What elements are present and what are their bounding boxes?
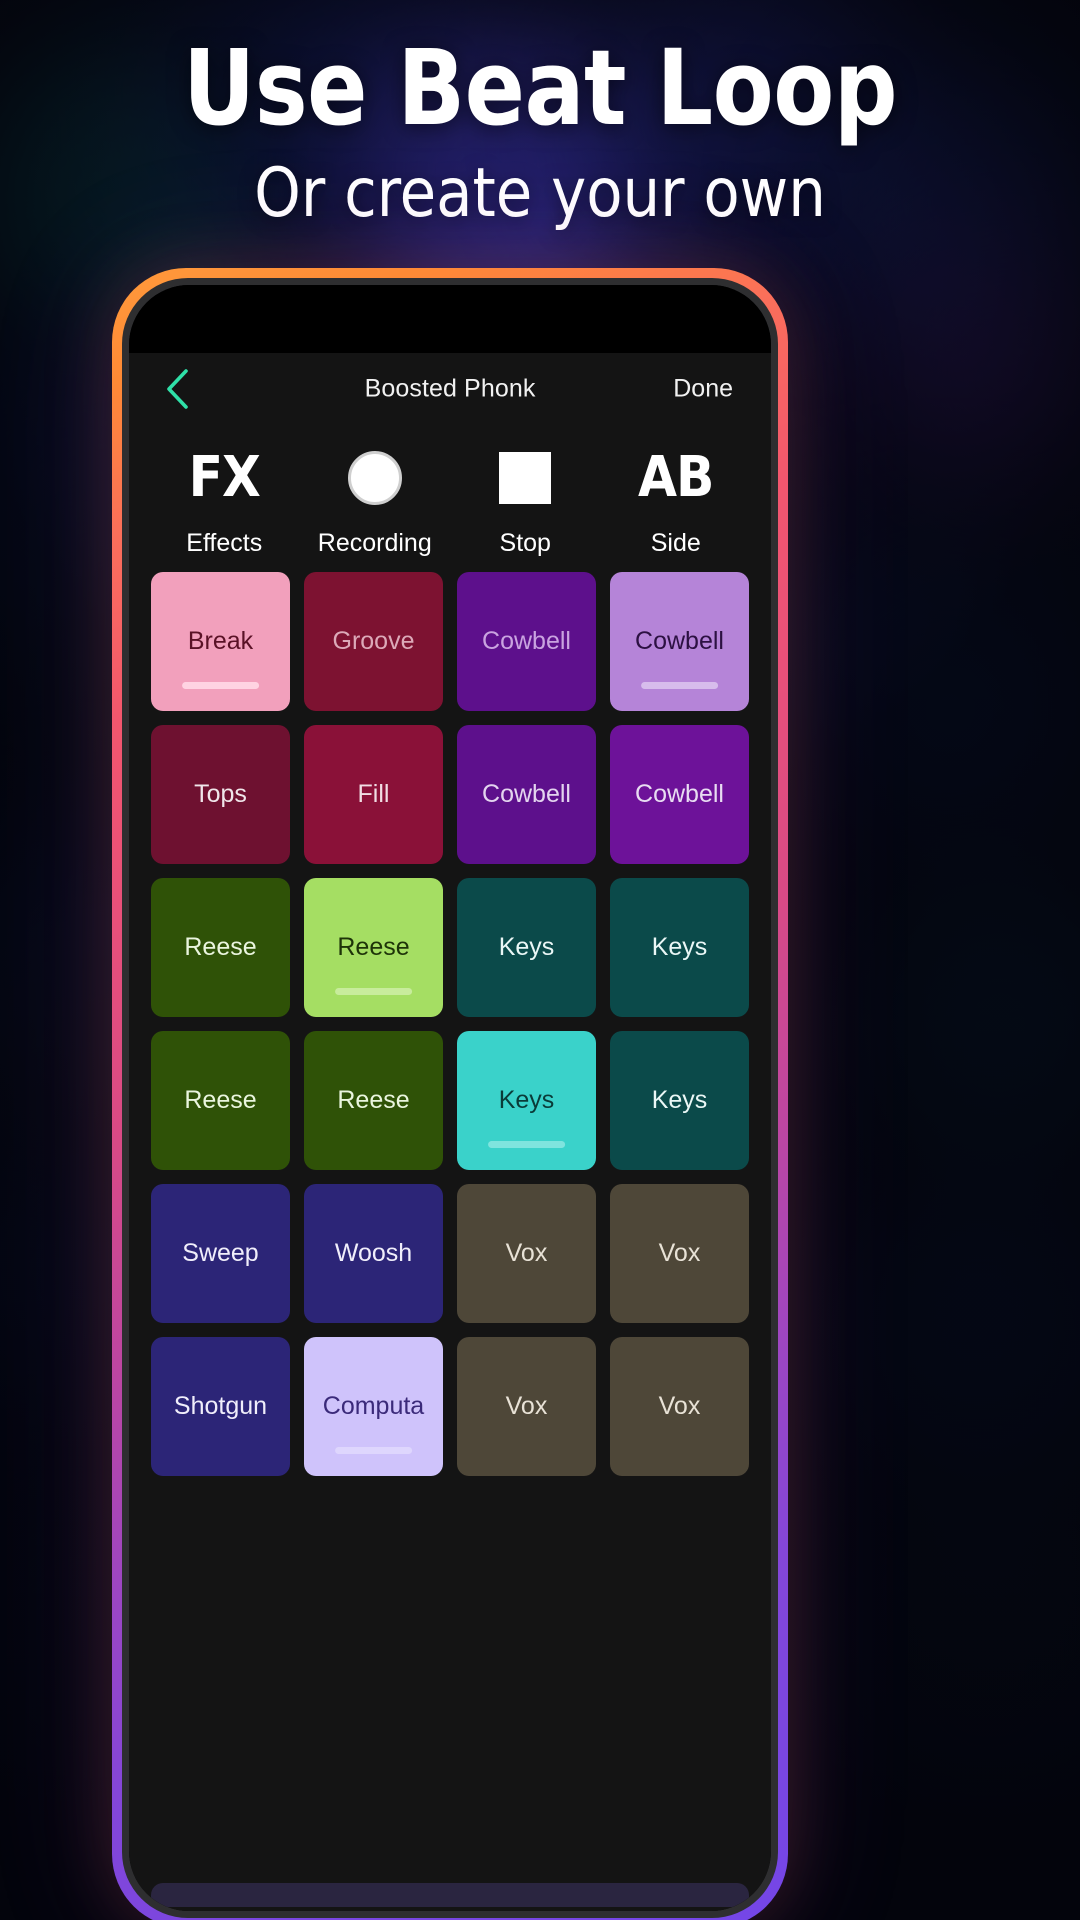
sample-pad-label: Keys: [498, 932, 555, 961]
sample-pad[interactable]: Break: [151, 572, 290, 711]
sample-pad-label: Reese: [184, 1085, 257, 1114]
sample-pad-label: Vox: [658, 1391, 701, 1420]
sample-pad-label: Groove: [332, 626, 415, 655]
sample-pad-label: Vox: [505, 1238, 548, 1267]
app-root: Boosted Phonk Done FX Effects Recording …: [129, 353, 771, 1911]
fx-icon: FX: [188, 445, 261, 510]
sample-pad[interactable]: Vox: [457, 1337, 596, 1476]
phone-screen: Boosted Phonk Done FX Effects Recording …: [129, 285, 771, 1911]
stop-square-icon: [499, 447, 552, 509]
sample-pad-label: Fill: [357, 779, 390, 808]
sample-pad[interactable]: Reese: [151, 878, 290, 1017]
sample-pad[interactable]: Computa: [304, 1337, 443, 1476]
toolbar-item-recording[interactable]: Recording: [300, 447, 451, 558]
ab-side-icon: AB: [638, 445, 714, 510]
sample-pad[interactable]: Vox: [610, 1184, 749, 1323]
fx-icon-glyph: FX: [188, 445, 261, 510]
sample-pad[interactable]: Cowbell: [457, 725, 596, 864]
sample-pad-progress-bar: [181, 682, 260, 689]
sample-pad[interactable]: Cowbell: [610, 572, 749, 711]
transport-toolbar: FX Effects Recording Stop AB Side: [129, 425, 771, 568]
promo-headline: Use Beat Loop: [183, 27, 897, 149]
toolbar-item-stop[interactable]: Stop: [450, 447, 601, 558]
sample-pad-label: Vox: [658, 1238, 701, 1267]
sample-pad[interactable]: Vox: [610, 1337, 749, 1476]
ab-side-icon-glyph: AB: [638, 445, 714, 510]
sample-pad[interactable]: Reese: [304, 1031, 443, 1170]
sample-pad[interactable]: Groove: [304, 572, 443, 711]
sample-pad-label: Cowbell: [482, 626, 571, 655]
record-circle-icon: [347, 447, 402, 509]
sample-pad-label: Reese: [184, 932, 257, 961]
sample-pad-label: Cowbell: [482, 779, 571, 808]
app-navbar: Boosted Phonk Done: [129, 353, 771, 425]
promo-text-block: Use Beat Loop Or create your own: [0, 34, 1080, 230]
sample-pad-label: Reese: [337, 932, 410, 961]
sample-pad-label: Reese: [337, 1085, 410, 1114]
sample-pad[interactable]: Reese: [304, 878, 443, 1017]
sample-pad-progress-bar: [487, 1141, 566, 1148]
sample-pad[interactable]: Cowbell: [610, 725, 749, 864]
sample-pad-label: Keys: [498, 1085, 555, 1114]
status-bar-area: [129, 285, 771, 353]
sample-pad-label: Tops: [194, 779, 247, 808]
sample-pad[interactable]: Tops: [151, 725, 290, 864]
sample-pad-label: Woosh: [334, 1238, 413, 1267]
sample-pad[interactable]: Vox: [457, 1184, 596, 1323]
stop-square-glyph: [499, 452, 552, 504]
sample-pad[interactable]: Fill: [304, 725, 443, 864]
promo-subheadline: Or create your own: [254, 154, 826, 234]
toolbar-item-side[interactable]: AB Side: [601, 447, 752, 558]
bottom-panel-handle[interactable]: [151, 1883, 749, 1907]
done-button[interactable]: Done: [673, 375, 733, 404]
sample-pad[interactable]: Woosh: [304, 1184, 443, 1323]
sample-pad-label: Shotgun: [173, 1391, 268, 1420]
sample-pad-progress-bar: [334, 1447, 413, 1454]
sample-pad-label: Keys: [651, 1085, 708, 1114]
sample-pad-label: Vox: [505, 1391, 548, 1420]
sample-pad[interactable]: Keys: [610, 878, 749, 1017]
toolbar-item-effects[interactable]: FX Effects: [149, 447, 300, 558]
sample-pad[interactable]: Cowbell: [457, 572, 596, 711]
sample-pad-label: Cowbell: [635, 779, 724, 808]
toolbar-label-recording: Recording: [317, 529, 432, 557]
toolbar-label-side: Side: [650, 529, 701, 557]
toolbar-label-effects: Effects: [186, 529, 263, 557]
sample-pad-progress-bar: [334, 988, 413, 995]
sample-pad-label: Sweep: [182, 1238, 259, 1267]
record-circle-glyph: [347, 451, 402, 505]
sample-pad-progress-bar: [640, 682, 719, 689]
sample-pad[interactable]: Keys: [610, 1031, 749, 1170]
sample-pad[interactable]: Sweep: [151, 1184, 290, 1323]
phone-mockup: Boosted Phonk Done FX Effects Recording …: [112, 268, 788, 1920]
sample-pad-label: Cowbell: [635, 626, 724, 655]
sample-pad-grid: Break Groove Cowbell Cowbell Tops Fill Cowbell…: [129, 568, 771, 1476]
sample-pad[interactable]: Keys: [457, 878, 596, 1017]
sample-pad[interactable]: Keys: [457, 1031, 596, 1170]
sample-pad[interactable]: Reese: [151, 1031, 290, 1170]
sample-pad[interactable]: Shotgun: [151, 1337, 290, 1476]
sample-pad-label: Break: [187, 626, 254, 655]
sample-pad-label: Keys: [651, 932, 708, 961]
phone-bezel: Boosted Phonk Done FX Effects Recording …: [122, 278, 778, 1918]
sample-pad-label: Computa: [322, 1391, 425, 1420]
bottom-bar: [129, 1877, 771, 1911]
toolbar-label-stop: Stop: [499, 529, 551, 557]
